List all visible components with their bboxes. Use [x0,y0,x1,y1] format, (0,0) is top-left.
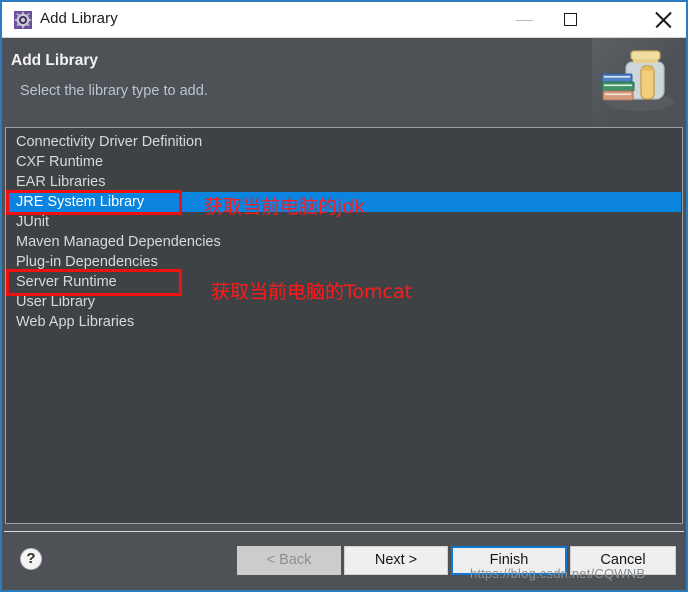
minimize-icon [516,20,533,21]
back-button[interactable]: < Back [237,546,341,575]
eclipse-gear-icon [14,11,32,29]
library-type-item[interactable]: Plug-in Dependencies [7,252,681,272]
add-library-dialog: Add Library Add Library Select the libra… [0,0,688,592]
dialog-header: Add Library Select the library type to a… [2,38,686,121]
annotation-text-tomcat: 获取当前电脑的Tomcat [211,281,413,303]
annotation-text-jdk: 获取当前电脑的jdk [204,196,366,218]
library-type-item[interactable]: Web App Libraries [7,312,681,332]
header-title: Add Library [11,52,98,69]
next-button[interactable]: Next > [344,546,448,575]
minimize-button[interactable] [502,2,548,37]
books-jar-icon [592,38,682,121]
library-type-item[interactable]: Maven Managed Dependencies [7,232,681,252]
window-title: Add Library [40,10,118,27]
library-type-list[interactable]: Connectivity Driver Definition CXF Runtim… [5,127,683,524]
maximize-button[interactable] [548,2,594,37]
close-button[interactable] [640,2,686,37]
maximize-icon [564,13,577,26]
title-bar: Add Library [2,2,686,38]
watermark: https://blog.csdn.net/CQWNB [470,566,646,581]
library-type-item[interactable]: Connectivity Driver Definition [7,132,681,152]
header-subtitle: Select the library type to add. [20,83,208,99]
library-type-item[interactable]: CXF Runtime [7,152,681,172]
help-icon[interactable]: ? [20,548,42,570]
library-type-item[interactable]: EAR Libraries [7,172,681,192]
